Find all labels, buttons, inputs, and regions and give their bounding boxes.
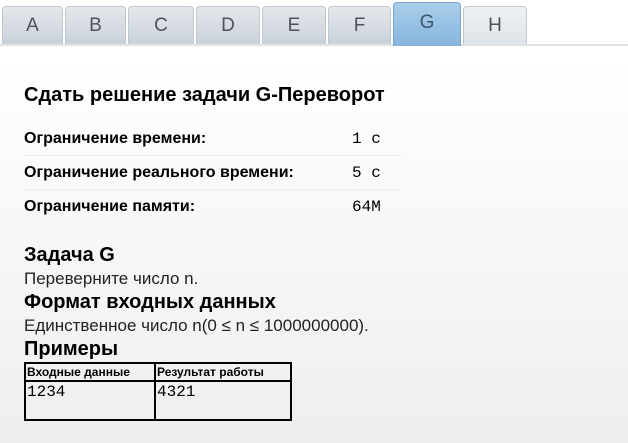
tab-f[interactable]: F [328, 6, 391, 44]
limit-row-real-time: Ограничение реального времени: 5 с [24, 155, 402, 190]
examples-heading: Примеры [24, 338, 119, 360]
limit-row-time: Ограничение времени: 1 с [24, 122, 402, 156]
example-output-cell: 4321 [154, 380, 292, 421]
memory-limit-label: Ограничение памяти: [24, 197, 196, 215]
problem-page: A B C D E F G H Сдать решение задачи G-П… [0, 0, 628, 443]
input-column-header: Входные данные [24, 362, 156, 382]
output-column-header: Результат работы [154, 362, 292, 382]
time-limit-label: Ограничение времени: [24, 122, 352, 156]
tab-b[interactable]: B [65, 6, 126, 44]
problem-statement: Переверните число n. [24, 269, 199, 288]
tab-c[interactable]: C [128, 6, 194, 44]
time-limit-value: 1 с [352, 122, 402, 156]
problem-tabs: A B C D E F G H [0, 0, 628, 46]
memory-limit-value: 64M [352, 197, 381, 216]
tab-d[interactable]: D [196, 6, 260, 44]
real-time-limit-label: Ограничение реального времени: [24, 155, 352, 190]
examples-table: Входные данные Результат работы 1234 432… [24, 362, 292, 421]
real-time-limit-value: 5 с [352, 155, 402, 190]
limit-row-memory: Ограничение памяти: 64M [24, 190, 402, 224]
limits-table: Ограничение времени: 1 с Ограничение реа… [24, 122, 402, 223]
examples-header-row: Входные данные Результат работы [24, 362, 292, 382]
tab-e[interactable]: E [262, 6, 326, 44]
table-row: 1234 4321 [24, 380, 292, 421]
tab-a[interactable]: A [2, 6, 63, 44]
input-format-text: Единственное число n(0 ≤ n ≤ 1000000000)… [24, 316, 369, 335]
tab-h[interactable]: H [463, 6, 527, 44]
problem-content: Сдать решение задачи G-Переворот Огранич… [24, 80, 614, 421]
tab-g[interactable]: G [393, 2, 461, 46]
page-title: Сдать решение задачи G-Переворот [24, 84, 385, 106]
problem-heading: Задача G [24, 244, 115, 266]
example-input-cell: 1234 [24, 380, 156, 421]
input-format-heading: Формат входных данных [24, 291, 276, 313]
